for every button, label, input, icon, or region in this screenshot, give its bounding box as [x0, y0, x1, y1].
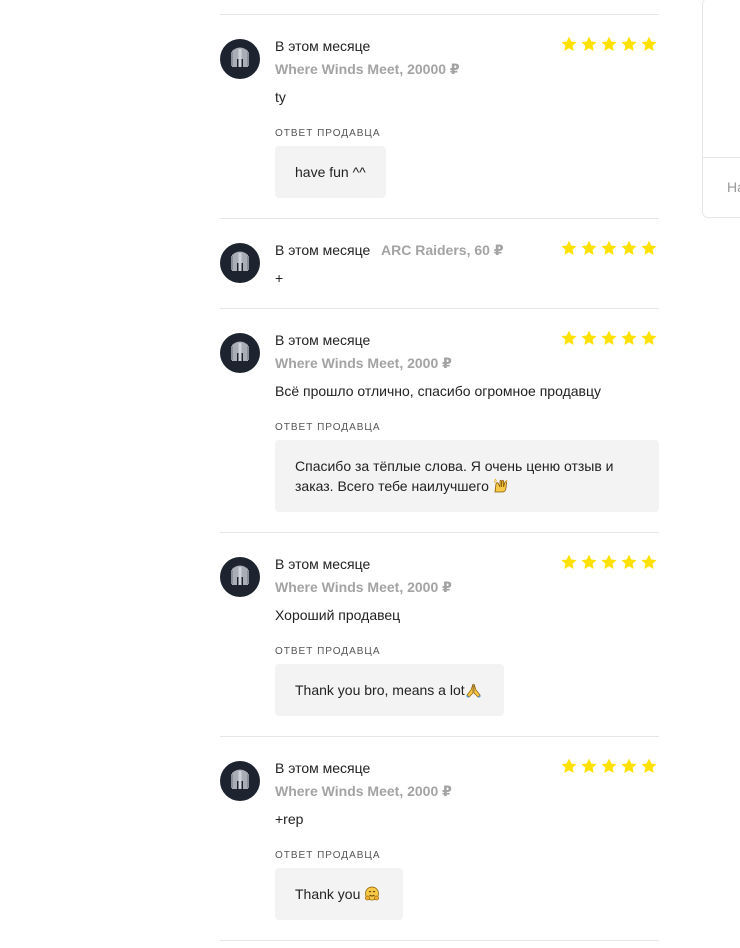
star-icon [601, 36, 617, 51]
star-icon [601, 554, 617, 569]
review-date: В этом месяце [275, 242, 371, 258]
star-icon [601, 240, 617, 255]
star-icon [581, 240, 597, 255]
star-icon [561, 758, 577, 773]
star-icon [581, 330, 597, 345]
seller-reply-label: ОТВЕТ ПРОДАВЦА [275, 128, 381, 139]
review-divider [220, 532, 659, 533]
side-card: На [702, 0, 740, 218]
rating-stars [561, 758, 657, 774]
avatar[interactable] [220, 333, 260, 373]
review-date: В этом месяце [275, 556, 371, 572]
review-product[interactable]: Where Winds Meet, 20000 ₽ [275, 61, 460, 78]
folded-hands-emoji [465, 683, 481, 698]
review-text: Хороший продавец [275, 607, 401, 623]
seller-reply: Thank you [275, 868, 403, 920]
star-icon [561, 330, 577, 345]
avatar[interactable] [220, 761, 260, 801]
seller-reply-text: Спасибо за тёплые слова. Я очень ценю от… [295, 458, 614, 474]
spartan-helmet-icon [231, 47, 249, 67]
rating-stars [561, 36, 657, 52]
spartan-helmet-icon [231, 251, 249, 271]
rating-stars [561, 240, 657, 256]
review-date: В этом месяце [275, 332, 371, 348]
seller-reply-text: Thank you bro, means a lot [295, 682, 465, 698]
review-date: В этом месяце [275, 760, 371, 776]
seller-reply-text: заказ. Всего тебе наилучшего [295, 476, 639, 496]
star-icon [561, 36, 577, 51]
review-text: +rep [275, 811, 304, 827]
spartan-helmet-icon [231, 565, 249, 585]
review-divider [220, 218, 659, 219]
avatar[interactable] [220, 39, 260, 79]
seller-reply-text-line2: заказ. Всего тебе наилучшего [295, 478, 489, 494]
seller-reply-text: Thank you [295, 886, 361, 902]
star-icon [581, 554, 597, 569]
review-divider [220, 308, 659, 309]
review-text: Всё прошло отлично, спасибо огромное про… [275, 383, 601, 399]
avatar[interactable] [220, 243, 260, 283]
star-icon [641, 240, 657, 255]
star-icon [621, 758, 637, 773]
review-date: В этом месяце [275, 38, 371, 54]
avatar[interactable] [220, 557, 260, 597]
raising-hands-emoji [493, 478, 508, 493]
star-icon [621, 240, 637, 255]
spartan-helmet-icon [231, 769, 249, 789]
seller-reply: have fun ^^ [275, 146, 386, 198]
review-product[interactable]: ARC Raiders, 60 ₽ [381, 242, 504, 259]
star-icon [581, 36, 597, 51]
star-icon [641, 36, 657, 51]
star-icon [621, 36, 637, 51]
review-divider [220, 940, 659, 941]
star-icon [641, 758, 657, 773]
review-product[interactable]: Where Winds Meet, 2000 ₽ [275, 355, 452, 372]
review-product[interactable]: Where Winds Meet, 2000 ₽ [275, 783, 452, 800]
review-text: + [275, 270, 284, 286]
side-card-partial-text: На [727, 179, 740, 195]
star-icon [601, 758, 617, 773]
seller-reply-label: ОТВЕТ ПРОДАВЦА [275, 646, 381, 657]
seller-reply: Thank you bro, means a lot [275, 664, 504, 716]
seller-reply: Спасибо за тёплые слова. Я очень ценю от… [275, 440, 659, 512]
review-product[interactable]: Where Winds Meet, 2000 ₽ [275, 579, 452, 596]
spartan-helmet-icon [231, 341, 249, 361]
rating-stars [561, 554, 657, 570]
review-text: ty [275, 89, 286, 105]
seller-reply-label: ОТВЕТ ПРОДАВЦА [275, 422, 381, 433]
seller-reply-label: ОТВЕТ ПРОДАВЦА [275, 850, 381, 861]
star-icon [641, 554, 657, 569]
star-icon [621, 330, 637, 345]
star-icon [581, 758, 597, 773]
star-icon [641, 330, 657, 345]
review-divider [220, 14, 659, 15]
star-icon [621, 554, 637, 569]
star-icon [561, 554, 577, 569]
review-divider [220, 736, 659, 737]
star-icon [601, 330, 617, 345]
star-icon [561, 240, 577, 255]
hugging-face-emoji [365, 886, 380, 901]
rating-stars [561, 330, 657, 346]
side-card-divider [703, 157, 740, 158]
seller-reply-text: have fun ^^ [295, 164, 366, 180]
